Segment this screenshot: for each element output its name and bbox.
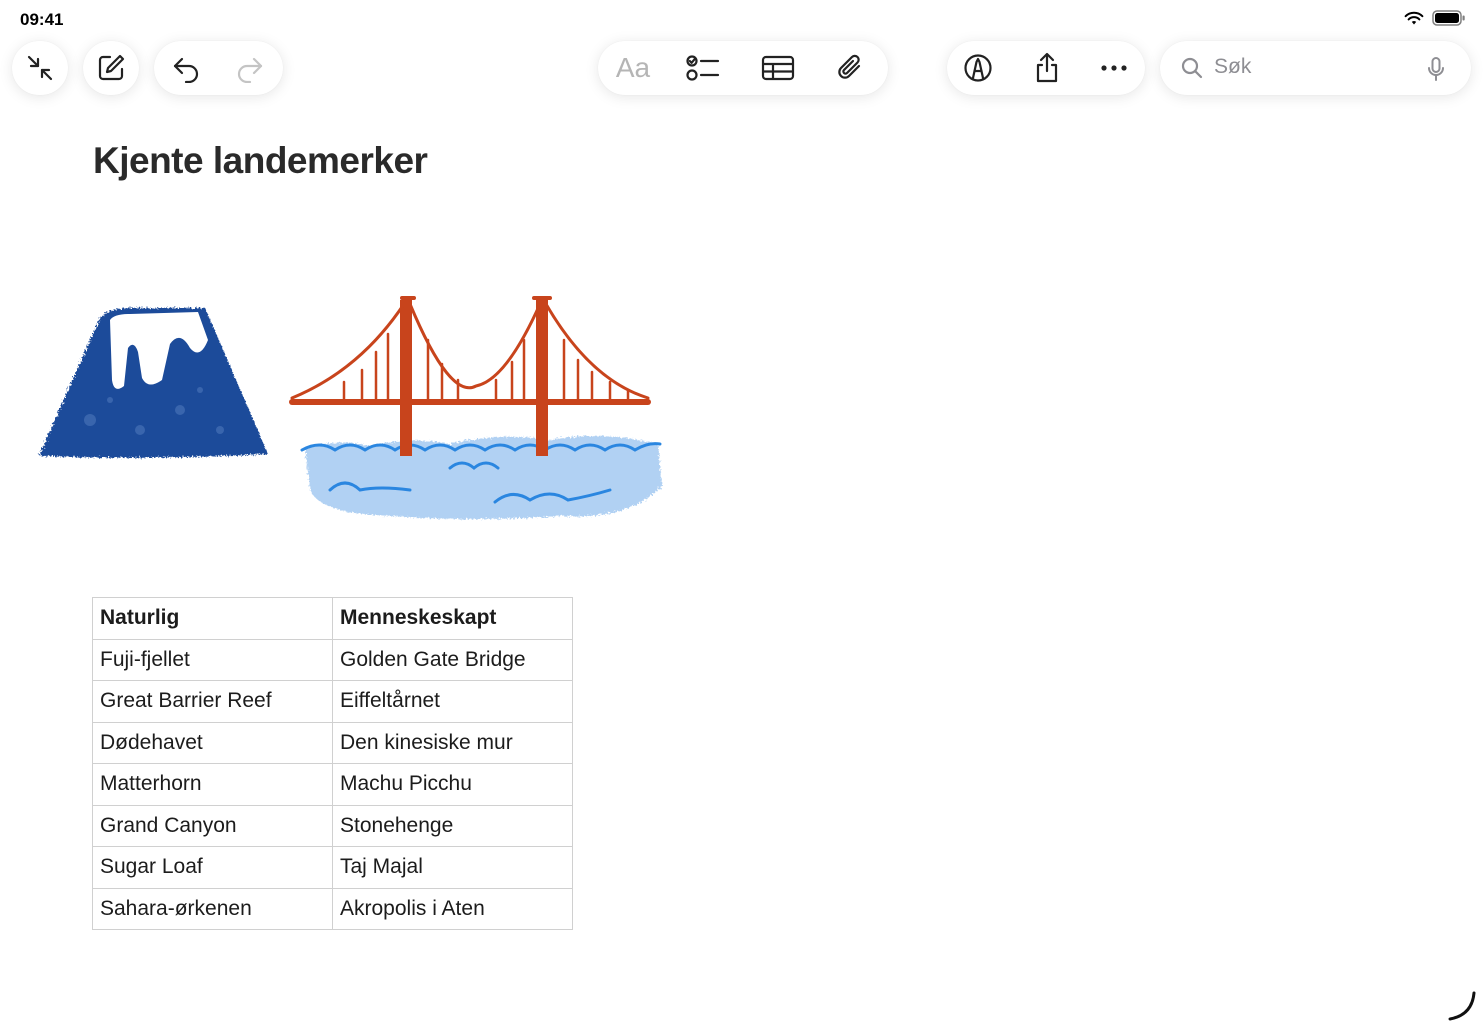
table-cell[interactable]: Machu Picchu: [332, 763, 573, 806]
battery-icon: [1432, 10, 1466, 31]
table-cell[interactable]: Eiffeltårnet: [332, 680, 573, 723]
new-note-button[interactable]: [83, 41, 139, 95]
text-format-button[interactable]: Aa: [600, 41, 666, 95]
table-cell[interactable]: Akropolis i Aten: [332, 887, 573, 930]
sketch-drawing[interactable]: [30, 290, 680, 535]
table-header-row: Naturlig Menneskeskapt: [92, 597, 573, 640]
table-cell[interactable]: Grand Canyon: [92, 804, 333, 847]
search-field[interactable]: Søk: [1160, 41, 1471, 95]
table-cell[interactable]: Sugar Loaf: [92, 846, 333, 889]
table-cell[interactable]: Den kinesiske mur: [332, 721, 573, 764]
landmarks-table: Naturlig Menneskeskapt Fuji-fjellet Gold…: [92, 597, 573, 930]
status-time: 09:41: [20, 10, 64, 29]
attachment-button[interactable]: [816, 41, 884, 95]
table-row: Dødehavet Den kinesiske mur: [92, 721, 573, 764]
collapse-button[interactable]: [12, 41, 68, 95]
table-cell[interactable]: Dødehavet: [92, 721, 333, 764]
more-button[interactable]: [1085, 41, 1143, 95]
table-cell[interactable]: Great Barrier Reef: [92, 680, 333, 723]
microphone-icon[interactable]: [1427, 56, 1445, 87]
table-cell[interactable]: Matterhorn: [92, 763, 333, 806]
quick-note-corner-icon[interactable]: [1446, 991, 1478, 1028]
wifi-icon: [1404, 11, 1424, 31]
status-indicators: [1404, 10, 1466, 31]
table-cell[interactable]: Taj Majal: [332, 846, 573, 889]
undo-arrow-icon: [171, 53, 201, 83]
markup-pen-icon: [963, 53, 993, 83]
water-sketch: [300, 435, 662, 519]
table-icon: [761, 54, 795, 82]
undo-redo-pill: [154, 41, 283, 95]
collapse-arrows-icon: [25, 53, 55, 83]
redo-arrow-icon: [235, 53, 265, 83]
checklist-button[interactable]: [666, 41, 740, 95]
more-ellipsis-icon: [1099, 53, 1129, 83]
table-header-cell[interactable]: Naturlig: [92, 597, 333, 640]
checklist-icon: [686, 53, 720, 83]
share-icon: [1032, 52, 1062, 84]
compose-icon: [96, 53, 126, 83]
table-row: Great Barrier Reef Eiffeltårnet: [92, 680, 573, 723]
format-pill: Aa: [598, 41, 888, 95]
search-placeholder: Søk: [1214, 55, 1252, 78]
magnifier-icon: [1180, 56, 1204, 85]
table-cell[interactable]: Sahara-ørkenen: [92, 887, 333, 930]
paperclip-icon: [835, 53, 865, 83]
table-cell[interactable]: Fuji-fjellet: [92, 638, 333, 681]
table-row: Matterhorn Machu Picchu: [92, 763, 573, 806]
table-cell[interactable]: Stonehenge: [332, 804, 573, 847]
mountain-sketch: [39, 308, 268, 458]
share-button[interactable]: [1009, 41, 1085, 95]
table-cell[interactable]: Golden Gate Bridge: [332, 638, 573, 681]
redo-button[interactable]: [218, 41, 282, 95]
table-header-cell[interactable]: Menneskeskapt: [332, 597, 573, 640]
table-row: Sugar Loaf Taj Majal: [92, 846, 573, 889]
actions-pill: [947, 41, 1145, 95]
markup-button[interactable]: [947, 41, 1009, 95]
note-title[interactable]: Kjente landemerker: [93, 140, 428, 182]
undo-button[interactable]: [154, 41, 218, 95]
table-row: Grand Canyon Stonehenge: [92, 804, 573, 847]
compose-pill: [83, 41, 139, 95]
table-row: Sahara-ørkenen Akropolis i Aten: [92, 887, 573, 930]
table-button[interactable]: [740, 41, 816, 95]
bridge-sketch: [289, 296, 651, 456]
table-row: Fuji-fjellet Golden Gate Bridge: [92, 638, 573, 681]
collapse-pill: [12, 41, 68, 95]
